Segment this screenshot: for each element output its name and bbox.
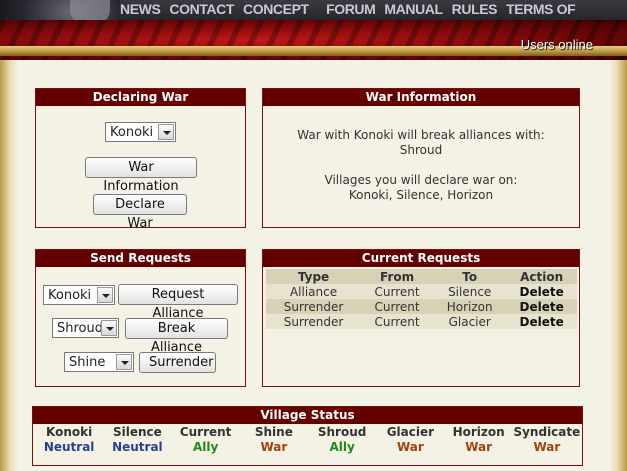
alliance-village-value: Konoki [48,287,92,303]
declaring-war-title: Declaring War [36,89,245,106]
village-status-shine: Shine War [240,425,308,455]
request-from: Current [361,284,434,299]
village-status-silence: Silence Neutral [103,425,171,455]
request-to: Glacier [433,314,507,329]
table-row: Alliance Current Silence Delete [266,284,577,299]
request-from: Current [361,314,434,329]
send-requests-title: Send Requests [36,250,245,267]
village-name: Konoki [46,425,93,439]
village-status-konoki: Konoki Neutral [35,425,103,455]
current-requests-table: Type From To Action Alliance Current Sil… [266,269,577,329]
delete-link[interactable]: Delete [506,284,577,299]
village-status: Ally [192,440,219,454]
chevron-down-icon[interactable] [158,124,174,140]
village-status-shroud: Shroud Ally [308,425,376,455]
request-to: Horizon [433,299,507,314]
village-status-title: Village Status [33,407,582,424]
village-status-horizon: Horizon War [445,425,513,455]
table-header-row: Type From To Action [266,269,577,284]
village-status-current: Current Ally [172,425,240,455]
column-from: From [361,269,434,284]
village-status: War [533,440,561,454]
village-status-row: Konoki Neutral Silence Neutral Current A… [35,425,581,455]
break-alliance-button[interactable]: Break Alliance [125,318,228,355]
content-area: Declaring War Konoki War Information Dec… [0,60,627,471]
village-name: Shine [254,425,293,439]
war-targets-label: Villages you will declare war on: [324,173,518,187]
current-requests-panel: Current Requests Type From To Action All… [262,249,580,387]
village-name: Silence [112,425,162,439]
surrender-village-value: Shine [69,354,106,370]
site-header: NEWS CONTACT CONCEPT ART FORUM MANUAL RU… [0,0,627,60]
break-village-value: Shroud [57,320,103,336]
request-type: Alliance [266,284,362,299]
declaring-war-panel: Declaring War Konoki War Information Dec… [35,88,246,231]
delete-link[interactable]: Delete [506,314,577,329]
table-row: Surrender Current Glacier Delete [266,314,577,329]
village-status-panel: Village Status Konoki Neutral Silence Ne… [32,406,583,466]
header-banner: Users online [0,20,627,60]
war-information-title: War Information [263,89,579,106]
delete-link[interactable]: Delete [506,299,577,314]
village-status-glacier: Glacier War [376,425,444,455]
request-to: Silence [433,284,507,299]
war-information-button[interactable]: War Information [85,157,197,194]
village-name: Glacier [386,425,435,439]
chevron-down-icon[interactable] [116,354,132,370]
village-status-syndicate: Syndicate War [513,425,581,455]
village-status: War [260,440,288,454]
war-information-panel: War Information War with Konoki will bre… [262,88,580,228]
nav-bar: NEWS CONTACT CONCEPT ART FORUM MANUAL RU… [120,0,627,33]
village-status: War [396,440,424,454]
village-status: War [465,440,493,454]
war-targets-villages: Konoki, Silence, Horizon [348,188,494,202]
surrender-button[interactable]: Surrender [139,352,216,373]
table-row: Surrender Current Horizon Delete [266,299,577,314]
village-name: Syndicate [513,425,581,439]
village-status: Neutral [112,440,163,454]
request-from: Current [361,299,434,314]
break-village-select[interactable]: Shroud [52,318,119,338]
chevron-down-icon[interactable] [97,287,113,303]
users-online-link[interactable]: Users online [521,37,593,52]
column-type: Type [266,269,362,284]
declare-war-button[interactable]: Declare War [93,194,187,231]
column-to: To [433,269,507,284]
war-target-value: Konoki [110,124,154,140]
village-name: Horizon [452,425,505,439]
village-status: Neutral [43,440,95,454]
surrender-village-select[interactable]: Shine [64,352,134,372]
war-information-text: War with Konoki will break alliances wit… [263,128,579,203]
war-target-select[interactable]: Konoki [105,122,176,142]
village-name: Current [179,425,232,439]
chevron-down-icon[interactable] [101,320,117,336]
alliance-break-villages: Shroud [399,143,443,157]
alliance-break-label: War with Konoki will break alliances wit… [297,128,545,142]
request-alliance-button[interactable]: Request Alliance [118,284,238,321]
alliance-village-select[interactable]: Konoki [43,285,115,305]
column-action: Action [506,269,577,284]
village-status: Ally [329,440,355,454]
village-name: Shroud [317,425,367,439]
send-requests-panel: Send Requests Konoki Request Alliance Sh… [35,249,246,387]
request-type: Surrender [266,314,362,329]
current-requests-title: Current Requests [263,250,579,267]
request-type: Surrender [266,299,362,314]
